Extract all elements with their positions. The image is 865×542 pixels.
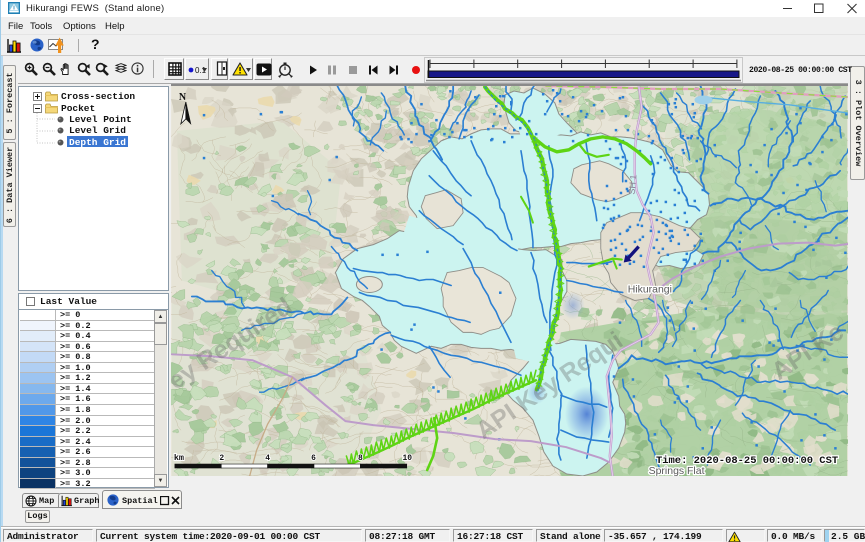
svg-text:Time: 2020-08-25 00:00:00 CST: Time: 2020-08-25 00:00:00 CST (656, 455, 838, 467)
svg-text:Hikurangi: Hikurangi (628, 284, 672, 295)
svg-text:2: 2 (219, 454, 224, 463)
svg-text:10: 10 (402, 454, 412, 463)
svg-text:6: 6 (311, 454, 316, 463)
svg-text:8: 8 (358, 454, 363, 463)
svg-text:Springs Flat: Springs Flat (649, 466, 705, 476)
svg-text:N: N (179, 92, 187, 103)
svg-text:km: km (174, 453, 184, 463)
svg-text:SH 1: SH 1 (627, 174, 639, 195)
svg-text:4: 4 (265, 454, 270, 463)
